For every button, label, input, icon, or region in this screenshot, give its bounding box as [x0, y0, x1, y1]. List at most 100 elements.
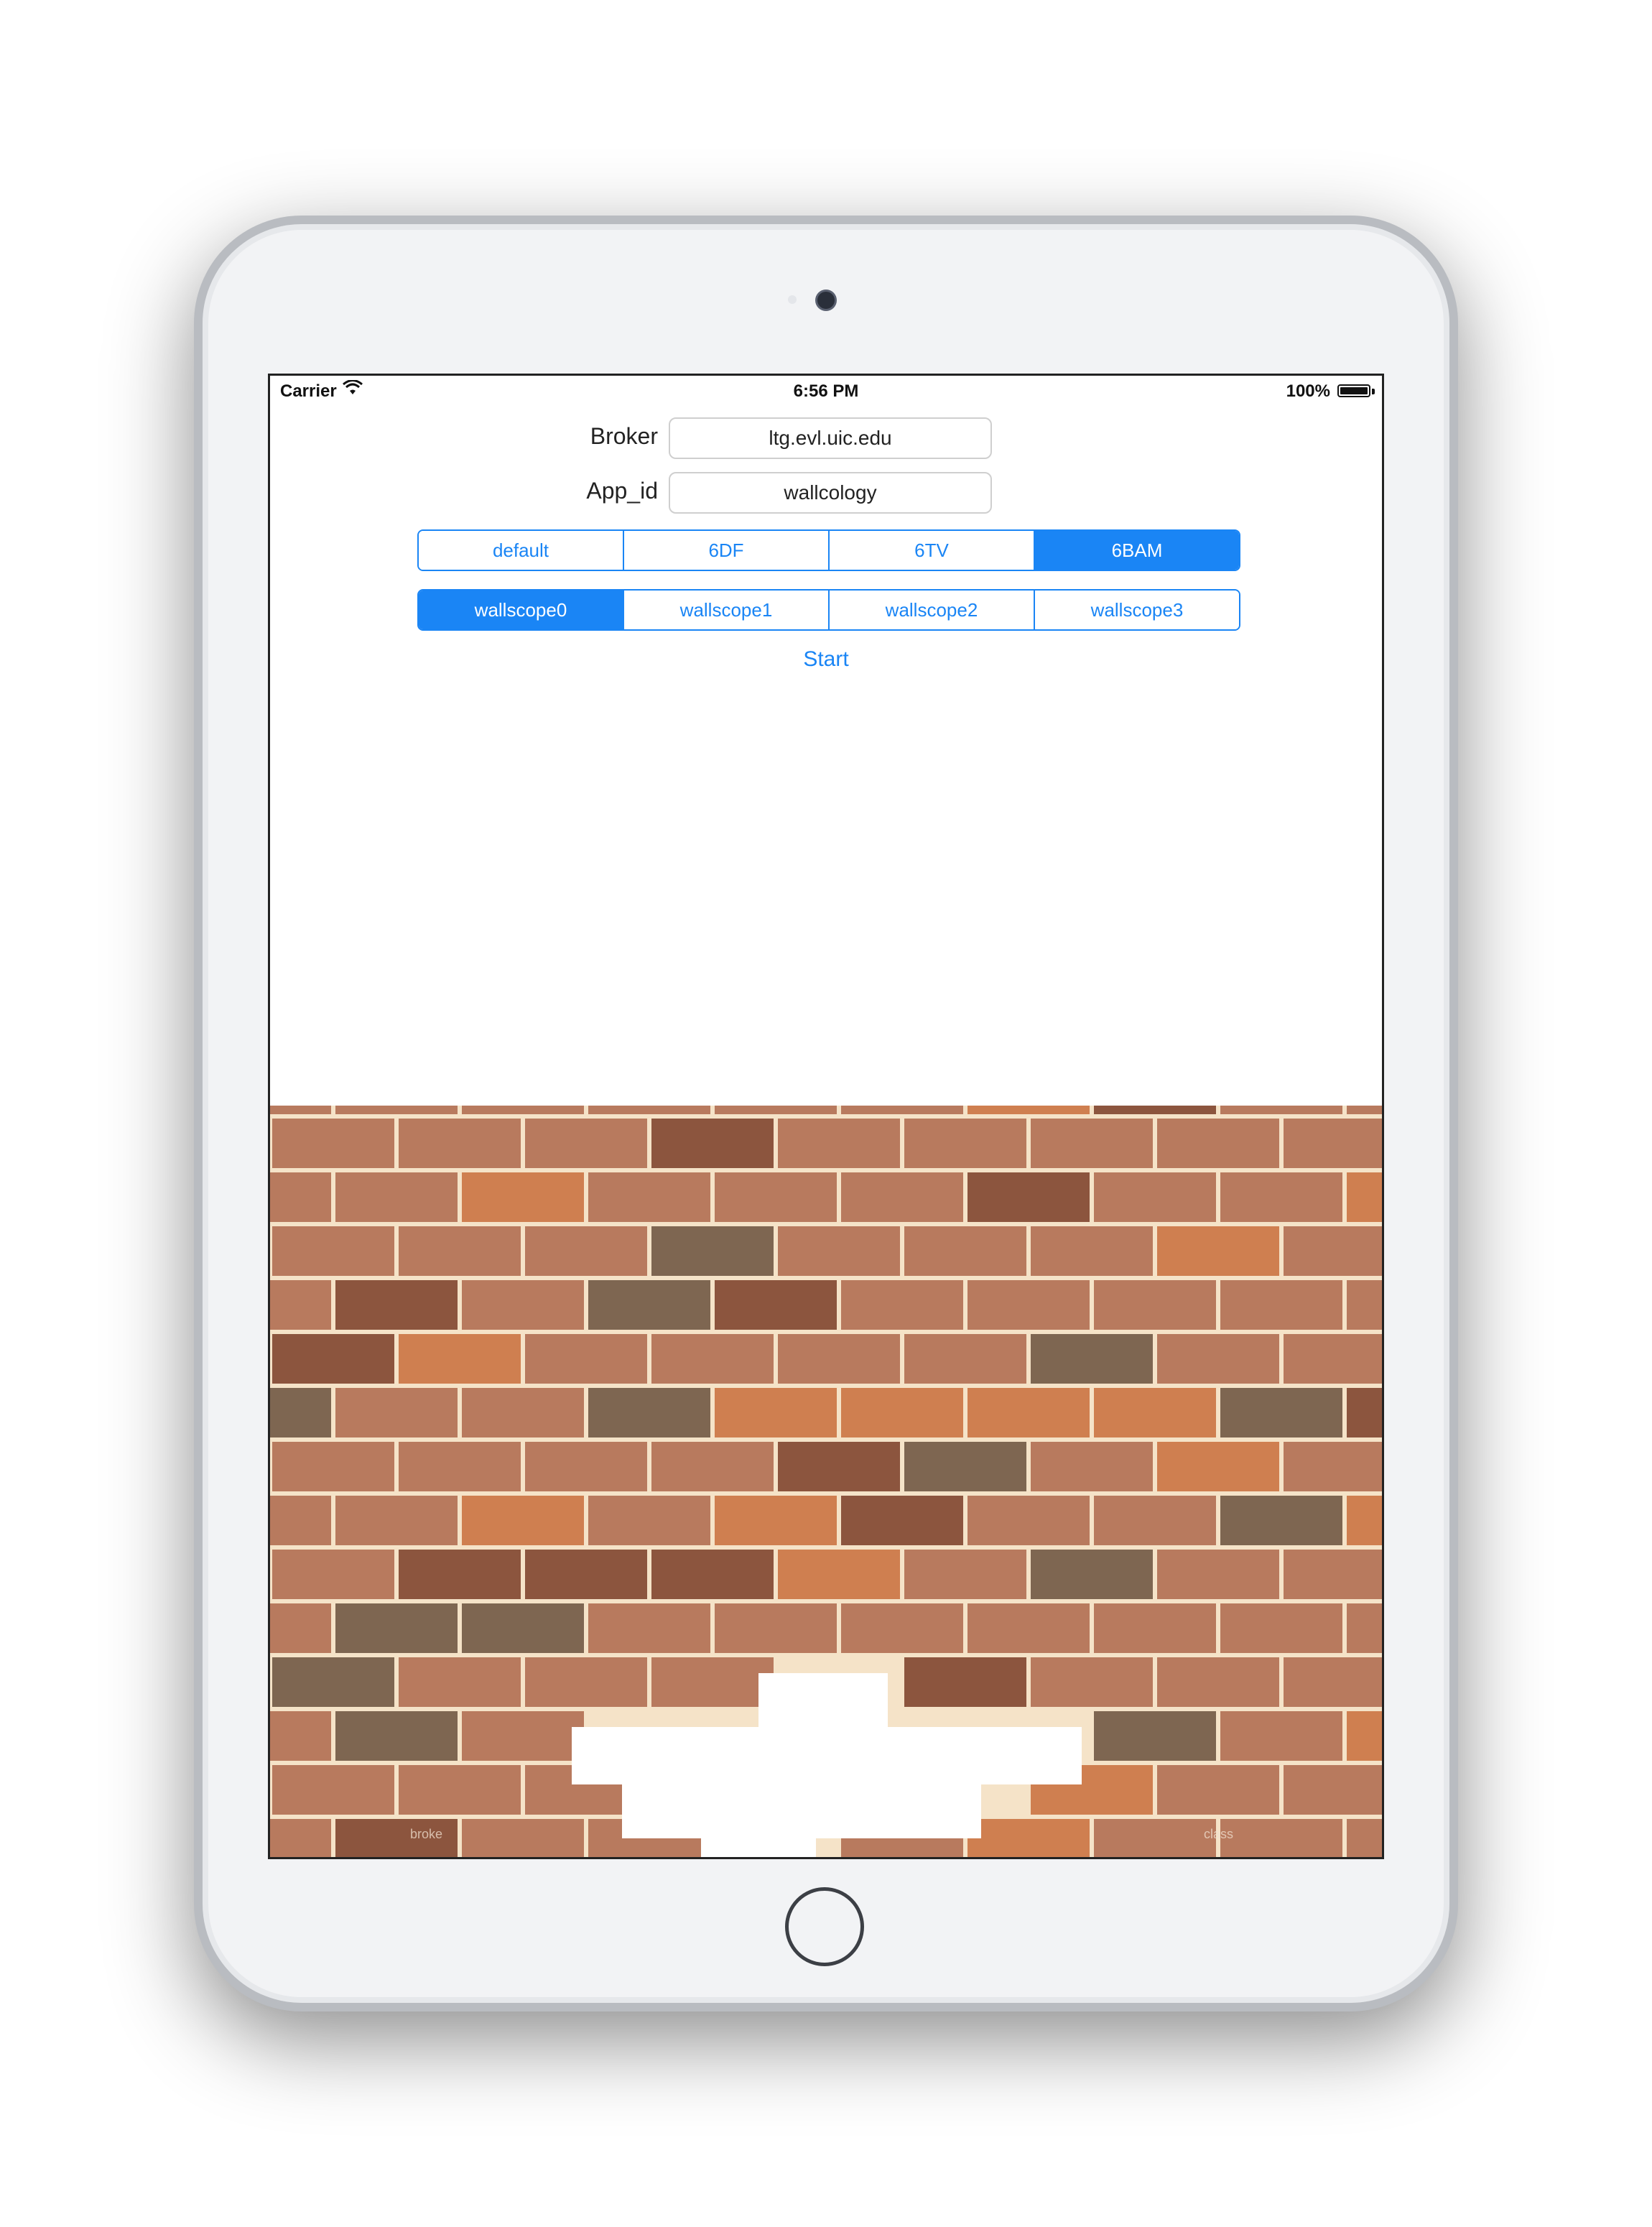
brick	[967, 1819, 1090, 1857]
segment-wallscope1[interactable]: wallscope1	[623, 591, 828, 629]
brick	[1347, 1711, 1382, 1761]
brick	[904, 1334, 1026, 1384]
brick	[967, 1388, 1090, 1437]
appid-label: App_id	[586, 478, 658, 504]
status-time: 6:56 PM	[793, 381, 859, 401]
brick	[588, 1280, 710, 1330]
brick	[335, 1280, 458, 1330]
brick	[651, 1119, 774, 1168]
brick	[1220, 1819, 1342, 1857]
brick	[1220, 1280, 1342, 1330]
brick	[1031, 1550, 1153, 1599]
app-screen: Carrier 6:56 PM 100% Broker App_id defau…	[268, 374, 1384, 1859]
brick	[525, 1442, 647, 1491]
brick	[715, 1280, 837, 1330]
brick	[1220, 1603, 1342, 1653]
brick	[651, 1442, 774, 1491]
brick	[651, 1334, 774, 1384]
brick	[270, 1603, 331, 1653]
brick	[1347, 1172, 1382, 1222]
brick	[399, 1442, 521, 1491]
brick	[462, 1106, 584, 1114]
segment-class-6df[interactable]: 6DF	[623, 531, 828, 570]
brick	[1094, 1496, 1216, 1545]
brick	[904, 1226, 1026, 1276]
brick	[715, 1388, 837, 1437]
brick	[778, 1119, 900, 1168]
segment-class-6tv[interactable]: 6TV	[828, 531, 1034, 570]
brick	[588, 1603, 710, 1653]
brick	[1094, 1172, 1216, 1222]
brick	[1347, 1603, 1382, 1653]
brick	[270, 1172, 331, 1222]
brick	[1347, 1819, 1382, 1857]
brick	[335, 1388, 458, 1437]
segment-wallscope2[interactable]: wallscope2	[828, 591, 1034, 629]
battery-icon	[1337, 384, 1370, 397]
brick	[272, 1550, 394, 1599]
wall-caption-right: class	[1204, 1827, 1234, 1841]
battery-percent: 100%	[1286, 381, 1330, 401]
brick	[525, 1226, 647, 1276]
brick	[462, 1388, 584, 1437]
brick	[1284, 1657, 1382, 1707]
brick	[841, 1106, 963, 1114]
brick	[651, 1226, 774, 1276]
brick	[1031, 1334, 1153, 1384]
start-button[interactable]: Start	[270, 647, 1382, 672]
brick	[1094, 1603, 1216, 1653]
brick	[399, 1226, 521, 1276]
brick	[1220, 1496, 1342, 1545]
brick	[1157, 1334, 1279, 1384]
wall-hole	[701, 1831, 816, 1857]
class-segmented-control: default 6DF 6TV 6BAM	[417, 529, 1240, 571]
brick	[1157, 1442, 1279, 1491]
brick	[462, 1819, 584, 1857]
brick	[841, 1496, 963, 1545]
broker-input[interactable]	[669, 417, 992, 459]
brick	[399, 1119, 521, 1168]
brick	[1284, 1765, 1382, 1815]
home-button[interactable]	[785, 1887, 864, 1966]
brick	[335, 1496, 458, 1545]
brick	[1094, 1280, 1216, 1330]
appid-input[interactable]	[669, 472, 992, 514]
brick	[651, 1550, 774, 1599]
brick	[335, 1172, 458, 1222]
brick-wall-view	[270, 1106, 1382, 1857]
brick	[1157, 1657, 1279, 1707]
brick	[588, 1172, 710, 1222]
brick	[1284, 1226, 1382, 1276]
brick	[462, 1280, 584, 1330]
brick	[270, 1280, 331, 1330]
brick	[778, 1226, 900, 1276]
brick	[272, 1334, 394, 1384]
brick	[1220, 1711, 1342, 1761]
segment-wallscope0[interactable]: wallscope0	[419, 591, 623, 629]
wall-hole	[572, 1727, 1082, 1784]
brick	[1284, 1334, 1382, 1384]
brick	[1284, 1119, 1382, 1168]
brick	[651, 1657, 774, 1707]
wall-hole	[758, 1673, 888, 1731]
brick	[967, 1603, 1090, 1653]
brick	[399, 1550, 521, 1599]
brick	[399, 1765, 521, 1815]
brick	[1220, 1172, 1342, 1222]
brick	[904, 1119, 1026, 1168]
brick	[841, 1388, 963, 1437]
brick	[1031, 1442, 1153, 1491]
broker-label: Broker	[590, 423, 658, 449]
brick	[904, 1442, 1026, 1491]
segment-class-6bam[interactable]: 6BAM	[1034, 531, 1239, 570]
brick	[715, 1106, 837, 1114]
brick	[270, 1496, 331, 1545]
brick	[1094, 1388, 1216, 1437]
segment-wallscope3[interactable]: wallscope3	[1034, 591, 1239, 629]
brick	[462, 1496, 584, 1545]
brick	[462, 1711, 584, 1761]
brick	[270, 1819, 331, 1857]
segment-class-default[interactable]: default	[419, 531, 623, 570]
brick	[1220, 1388, 1342, 1437]
brick	[778, 1442, 900, 1491]
